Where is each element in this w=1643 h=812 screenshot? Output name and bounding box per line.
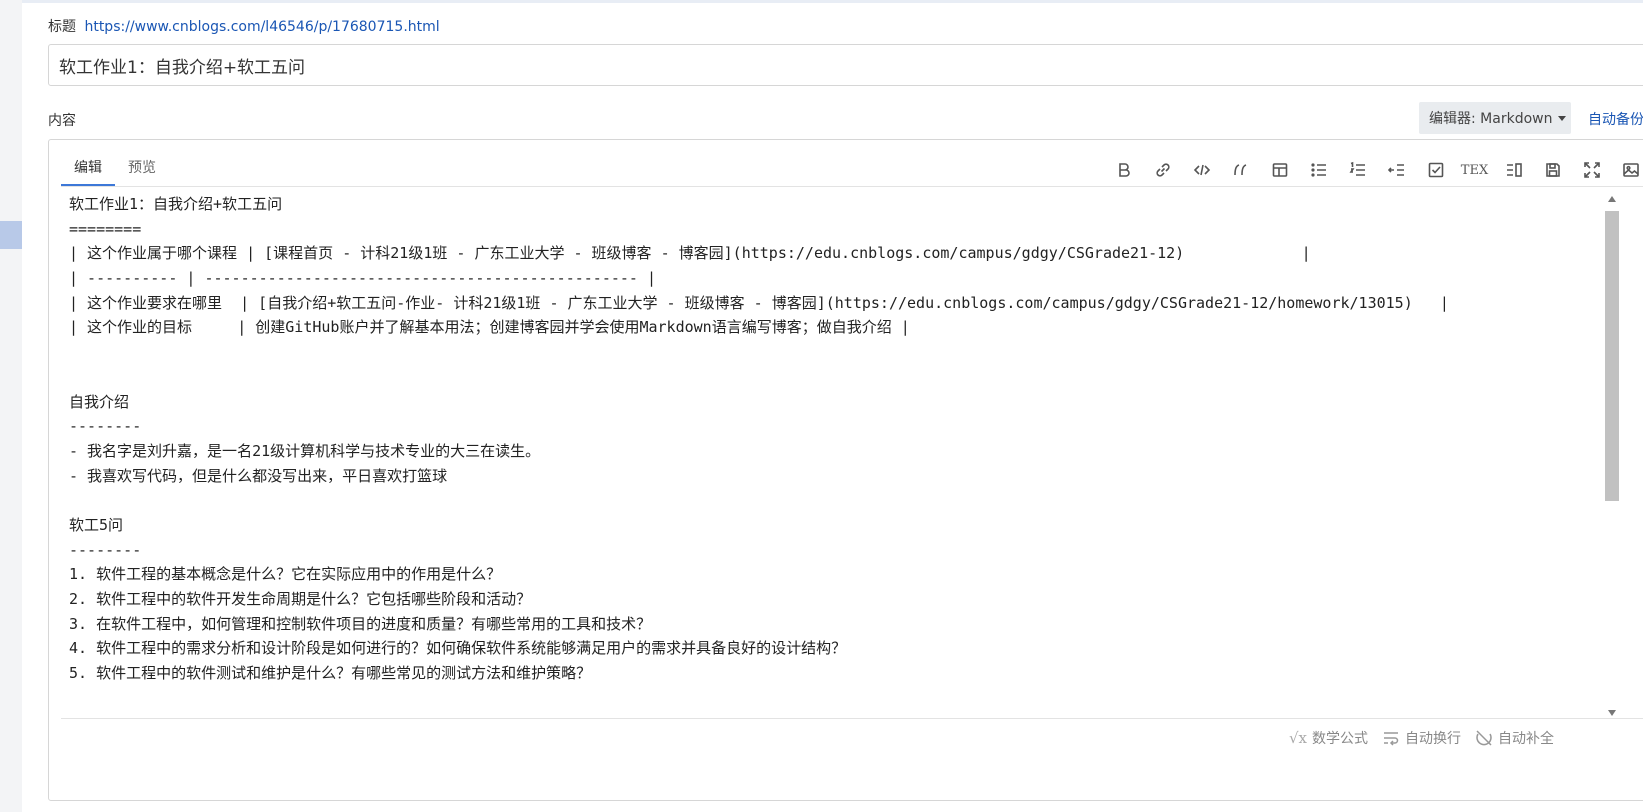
unordered-list-button[interactable] — [1299, 156, 1338, 184]
autocomplete-label: 自动补全 — [1498, 731, 1555, 747]
editor-line-5: | 这个作业要求在哪里 | [自我介绍+软工五问-作业- 计科21级1班 - 广… — [69, 293, 1449, 312]
content-label: 内容 — [48, 113, 76, 129]
checkbox-button[interactable] — [1416, 156, 1455, 184]
code-icon — [1193, 164, 1210, 176]
toggle-preview-icon — [1506, 163, 1522, 177]
tex-icon: TEX — [1460, 162, 1489, 178]
editor-line-12: - 我喜欢写代码，但是什么都没写出来，平日喜欢打篮球 — [69, 466, 448, 485]
quote-icon — [1233, 164, 1246, 176]
bold-icon — [1118, 163, 1130, 177]
link-icon — [1155, 163, 1170, 177]
checkbox-icon — [1428, 162, 1443, 178]
editor-line-18: 3. 在软件工程中，如何管理和控制软件项目的进度和质量？有哪些常用的工具和技术？ — [69, 614, 652, 633]
editor-line-8 — [69, 365, 1544, 390]
editor-status-bar: √x 数学公式 自动换行 自动补全 — [1289, 728, 1568, 748]
scroll-up-arrow-icon[interactable] — [1608, 196, 1616, 202]
editor-line-6: | 这个作业的目标 | 创建GitHub账户并了解基本用法；创建博客园并学会使用… — [69, 318, 910, 337]
fullscreen-icon — [1583, 162, 1600, 178]
title-label: 标题 — [48, 19, 76, 35]
math-formula-label: 数学公式 — [1312, 731, 1369, 747]
quote-button[interactable] — [1221, 156, 1260, 184]
code-button[interactable] — [1182, 156, 1221, 184]
editor-switch-dropdown[interactable]: 编辑器: Markdown — [1419, 102, 1571, 134]
editor-line-3: | 这个作业属于哪个课程 | [课程首页 - 计科21级1班 - 广东工业大学 … — [69, 244, 1311, 263]
link-button[interactable] — [1143, 156, 1182, 184]
left-rail — [0, 0, 22, 812]
editor-line-19: 4. 软件工程中的需求分析和设计阶段是如何进行的？如何确保软件系统能够满足用户的… — [69, 639, 847, 658]
tex-button[interactable]: TEX — [1455, 156, 1494, 184]
editor-line-17: 2. 软件工程中的软件开发生命周期是什么？它包括哪些阶段和活动？ — [69, 590, 532, 608]
table-icon — [1272, 163, 1287, 177]
tab-preview[interactable]: 预览 — [115, 152, 169, 184]
editor-line-2: ======== — [69, 219, 142, 238]
ordered-list-button[interactable] — [1338, 156, 1377, 184]
editor-line-20: 5. 软件工程中的软件测试和维护是什么？有哪些常见的测试方法和维护策略？ — [69, 664, 592, 683]
table-button[interactable] — [1260, 156, 1299, 184]
markdown-editor: 编辑 预览 TEX 软工作业1：自我介绍+软工五问 ======== | 这个作… — [48, 139, 1643, 801]
fullscreen-button[interactable] — [1572, 156, 1611, 184]
left-rail-active-marker — [0, 221, 22, 249]
math-formula-toggle[interactable]: √x 数学公式 — [1289, 728, 1368, 748]
save-button[interactable] — [1533, 156, 1572, 184]
scroll-thumb[interactable] — [1605, 211, 1619, 501]
scroll-down-arrow-icon[interactable] — [1608, 710, 1616, 716]
autobackup-link[interactable]: 自动备份 — [1588, 109, 1643, 129]
toolbar-divider — [61, 186, 1643, 187]
editor-line-10: -------- — [69, 417, 142, 436]
toggle-preview-button[interactable] — [1494, 156, 1533, 184]
status-divider — [61, 718, 1643, 719]
title-row: 标题 https://www.cnblogs.com/l46546/p/1768… — [48, 16, 440, 36]
editor-scrollbar[interactable] — [1605, 193, 1619, 718]
image-button[interactable] — [1611, 156, 1643, 184]
editor-switch-label: 编辑器: Markdown — [1429, 111, 1553, 127]
editor-line-1: 软工作业1：自我介绍+软工五问 — [69, 195, 283, 213]
image-icon — [1622, 163, 1639, 177]
editor-line-15: -------- — [69, 540, 142, 559]
editor-line-14: 软工5问 — [69, 515, 124, 534]
unordered-list-icon — [1310, 163, 1326, 177]
editor-toolbar: TEX — [1104, 156, 1643, 184]
editor-line-4: | ---------- | -------------------------… — [69, 269, 656, 288]
editor-line-7 — [69, 340, 1544, 365]
bold-button[interactable] — [1104, 156, 1143, 184]
autocomplete-toggle[interactable]: 自动补全 — [1475, 728, 1554, 748]
markdown-textarea[interactable]: 软工作业1：自我介绍+软工五问 ======== | 这个作业属于哪个课程 | … — [69, 192, 1544, 722]
wrap-icon — [1384, 732, 1399, 746]
editor-line-9: 自我介绍 — [69, 392, 130, 411]
tab-edit[interactable]: 编辑 — [61, 152, 115, 186]
auto-wrap-label: 自动换行 — [1405, 731, 1462, 747]
editor-line-16: 1. 软件工程的基本概念是什么？它在实际应用中的作用是什么？ — [69, 565, 502, 584]
caret-down-icon — [1558, 115, 1567, 121]
indent-icon — [1387, 164, 1404, 176]
editor-tabs: 编辑 预览 — [61, 152, 169, 186]
sqrt-icon: √x — [1289, 729, 1308, 747]
indent-button[interactable] — [1377, 156, 1416, 184]
ordered-list-icon — [1349, 161, 1365, 176]
save-icon — [1545, 163, 1560, 177]
auto-wrap-toggle[interactable]: 自动换行 — [1382, 728, 1461, 748]
title-input[interactable] — [48, 44, 1643, 86]
post-url-link[interactable]: https://www.cnblogs.com/l46546/p/1768071… — [84, 19, 439, 35]
autocomplete-off-icon — [1476, 730, 1492, 746]
editor-line-11: - 我名字是刘升嘉，是一名21级计算机科学与技术专业的大三在读生。 — [69, 441, 541, 460]
post-edit-form: 标题 https://www.cnblogs.com/l46546/p/1768… — [22, 0, 1643, 812]
editor-line-13 — [69, 488, 1544, 513]
